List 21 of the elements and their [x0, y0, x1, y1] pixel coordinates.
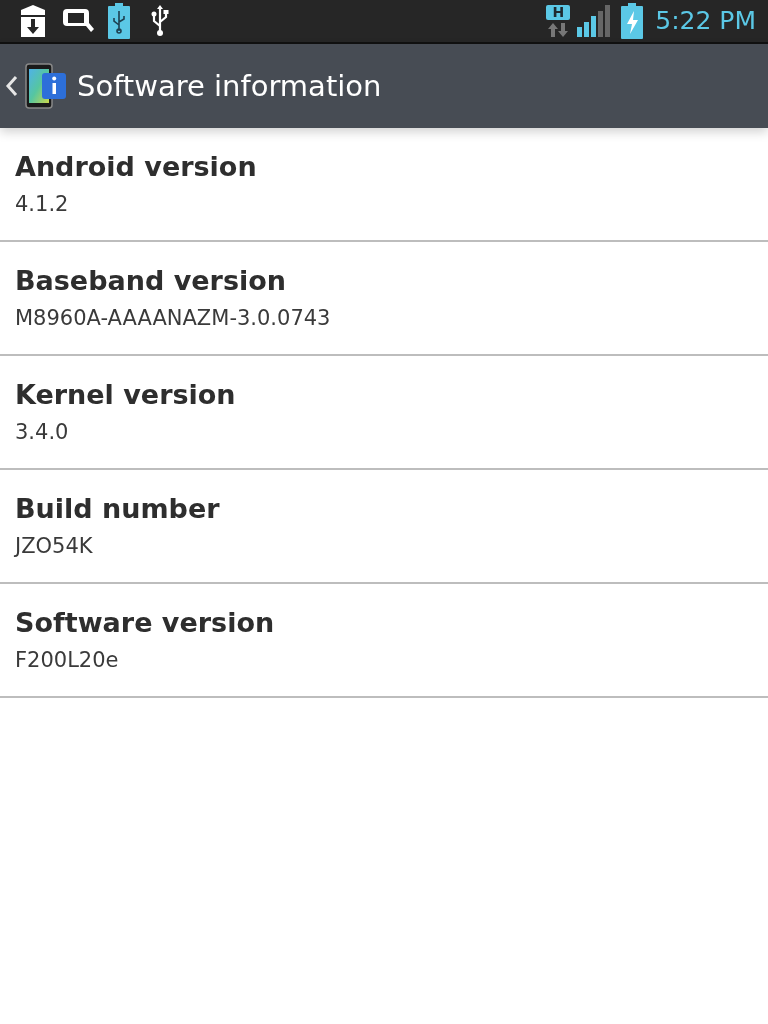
- info-title: Build number: [15, 492, 221, 526]
- info-value: 3.4.0: [15, 419, 70, 446]
- signal-bars-icon: [577, 5, 612, 37]
- status-time: 5:22 PM: [655, 6, 756, 36]
- usb-icon: [150, 4, 170, 38]
- data-arrows-icon: [547, 21, 570, 38]
- info-value: M8960A-AAAANAZM-3.0.0743: [15, 305, 332, 332]
- info-value: JZO54K: [15, 533, 94, 560]
- download-box-icon: [18, 4, 48, 38]
- tablet-info-icon: [25, 63, 67, 109]
- usb-battery-icon: [108, 3, 130, 39]
- back-chevron-icon: [5, 75, 19, 97]
- info-title: Baseband version: [15, 264, 287, 298]
- info-value: F200L20e: [15, 647, 120, 674]
- info-title: Android version: [15, 150, 258, 184]
- info-value: 4.1.2: [15, 191, 70, 218]
- screen-title: Software information: [77, 68, 382, 104]
- battery-charging-icon: [621, 3, 644, 39]
- info-title: Kernel version: [15, 378, 237, 412]
- network-type-badge: H: [546, 4, 571, 20]
- info-title: Software version: [15, 606, 276, 640]
